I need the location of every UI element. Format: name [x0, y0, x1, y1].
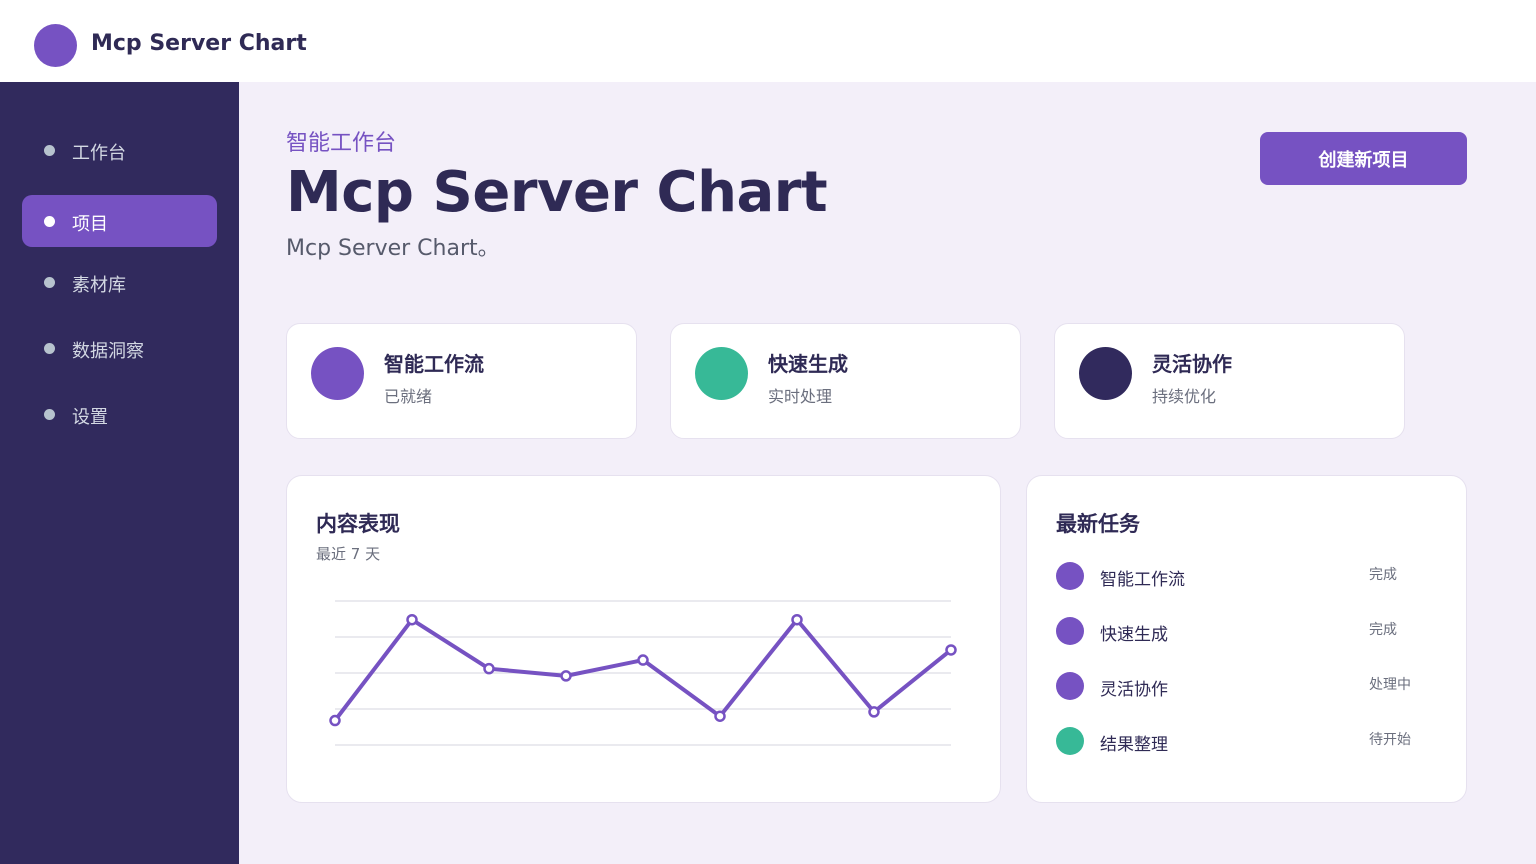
- page-title: Mcp Server Chart: [286, 160, 828, 225]
- tasks-title: 最新任务: [1056, 512, 1140, 536]
- data-point[interactable]: [791, 613, 803, 626]
- nav-dot-icon: [44, 343, 55, 354]
- tasks-panel: 最新任务 智能工作流 完成 快速生成 完成 灵活协作 处理中 结果整理 待开始: [1026, 475, 1467, 803]
- sidebar-item-label: 项目: [72, 214, 108, 235]
- sidebar-item-assets[interactable]: 素材库: [22, 256, 217, 308]
- performance-panel: 内容表现 最近 7 天: [286, 475, 1001, 803]
- sidebar-item-projects[interactable]: 项目: [22, 195, 217, 247]
- task-item[interactable]: 结果整理 待开始: [1056, 725, 1436, 757]
- stat-subtitle: 持续优化: [1152, 387, 1217, 406]
- task-status: 处理中: [1369, 677, 1411, 693]
- stat-subtitle: 实时处理: [768, 387, 833, 406]
- data-point[interactable]: [560, 670, 572, 682]
- task-status: 完成: [1369, 622, 1397, 638]
- performance-line-chart: [329, 600, 957, 746]
- task-dot-icon: [1056, 672, 1084, 700]
- task-label: 结果整理: [1100, 735, 1168, 755]
- sidebar-item-workbench[interactable]: 工作台: [22, 124, 217, 176]
- create-project-button[interactable]: 创建新项目: [1260, 132, 1467, 185]
- nav-dot-icon: [44, 216, 55, 227]
- sidebar-item-label: 工作台: [72, 143, 126, 164]
- task-status: 待开始: [1369, 732, 1411, 748]
- sidebar-item-label: 数据洞察: [72, 341, 144, 362]
- stat-title: 快速生成: [768, 352, 848, 376]
- app-logo[interactable]: [34, 24, 77, 67]
- data-point[interactable]: [637, 654, 649, 666]
- data-point[interactable]: [329, 714, 341, 727]
- nav-dot-icon: [44, 145, 55, 156]
- stat-card-collab[interactable]: 灵活协作 持续优化: [1054, 323, 1405, 439]
- sidebar-item-settings[interactable]: 设置: [22, 388, 217, 440]
- task-dot-icon: [1056, 617, 1084, 645]
- sidebar-item-label: 设置: [72, 407, 108, 428]
- series-line: [333, 617, 953, 723]
- task-status: 完成: [1369, 567, 1397, 583]
- nav-dot-icon: [44, 409, 55, 420]
- task-item[interactable]: 智能工作流 完成: [1056, 560, 1436, 592]
- stat-title: 智能工作流: [384, 352, 484, 376]
- stat-title: 灵活协作: [1152, 352, 1232, 376]
- stat-subtitle: 已就绪: [384, 387, 433, 406]
- page-eyebrow: 智能工作台: [286, 131, 397, 156]
- data-point[interactable]: [714, 710, 726, 722]
- data-point[interactable]: [406, 613, 418, 626]
- data-point[interactable]: [868, 706, 880, 718]
- task-label: 智能工作流: [1100, 570, 1185, 590]
- nav-dot-icon: [44, 277, 55, 288]
- stat-dot-icon: [695, 347, 748, 400]
- task-label: 快速生成: [1100, 625, 1168, 645]
- sidebar-item-label: 素材库: [72, 275, 126, 296]
- task-label: 灵活协作: [1100, 680, 1168, 700]
- app-title: Mcp Server Chart: [91, 31, 307, 56]
- stat-dot-icon: [311, 347, 364, 400]
- task-item[interactable]: 快速生成 完成: [1056, 615, 1436, 647]
- stat-card-generate[interactable]: 快速生成 实时处理: [670, 323, 1021, 439]
- sidebar: 工作台 项目 素材库 数据洞察 设置: [0, 82, 239, 864]
- stat-card-workflow[interactable]: 智能工作流 已就绪: [286, 323, 637, 439]
- data-point[interactable]: [483, 662, 495, 675]
- sidebar-item-insights[interactable]: 数据洞察: [22, 322, 217, 374]
- page-subtitle: Mcp Server Chart。: [286, 236, 500, 261]
- top-bar: Mcp Server Chart: [0, 0, 1536, 82]
- stat-dot-icon: [1079, 347, 1132, 400]
- task-dot-icon: [1056, 727, 1084, 755]
- task-item[interactable]: 灵活协作 处理中: [1056, 670, 1436, 702]
- data-point[interactable]: [945, 644, 957, 656]
- task-dot-icon: [1056, 562, 1084, 590]
